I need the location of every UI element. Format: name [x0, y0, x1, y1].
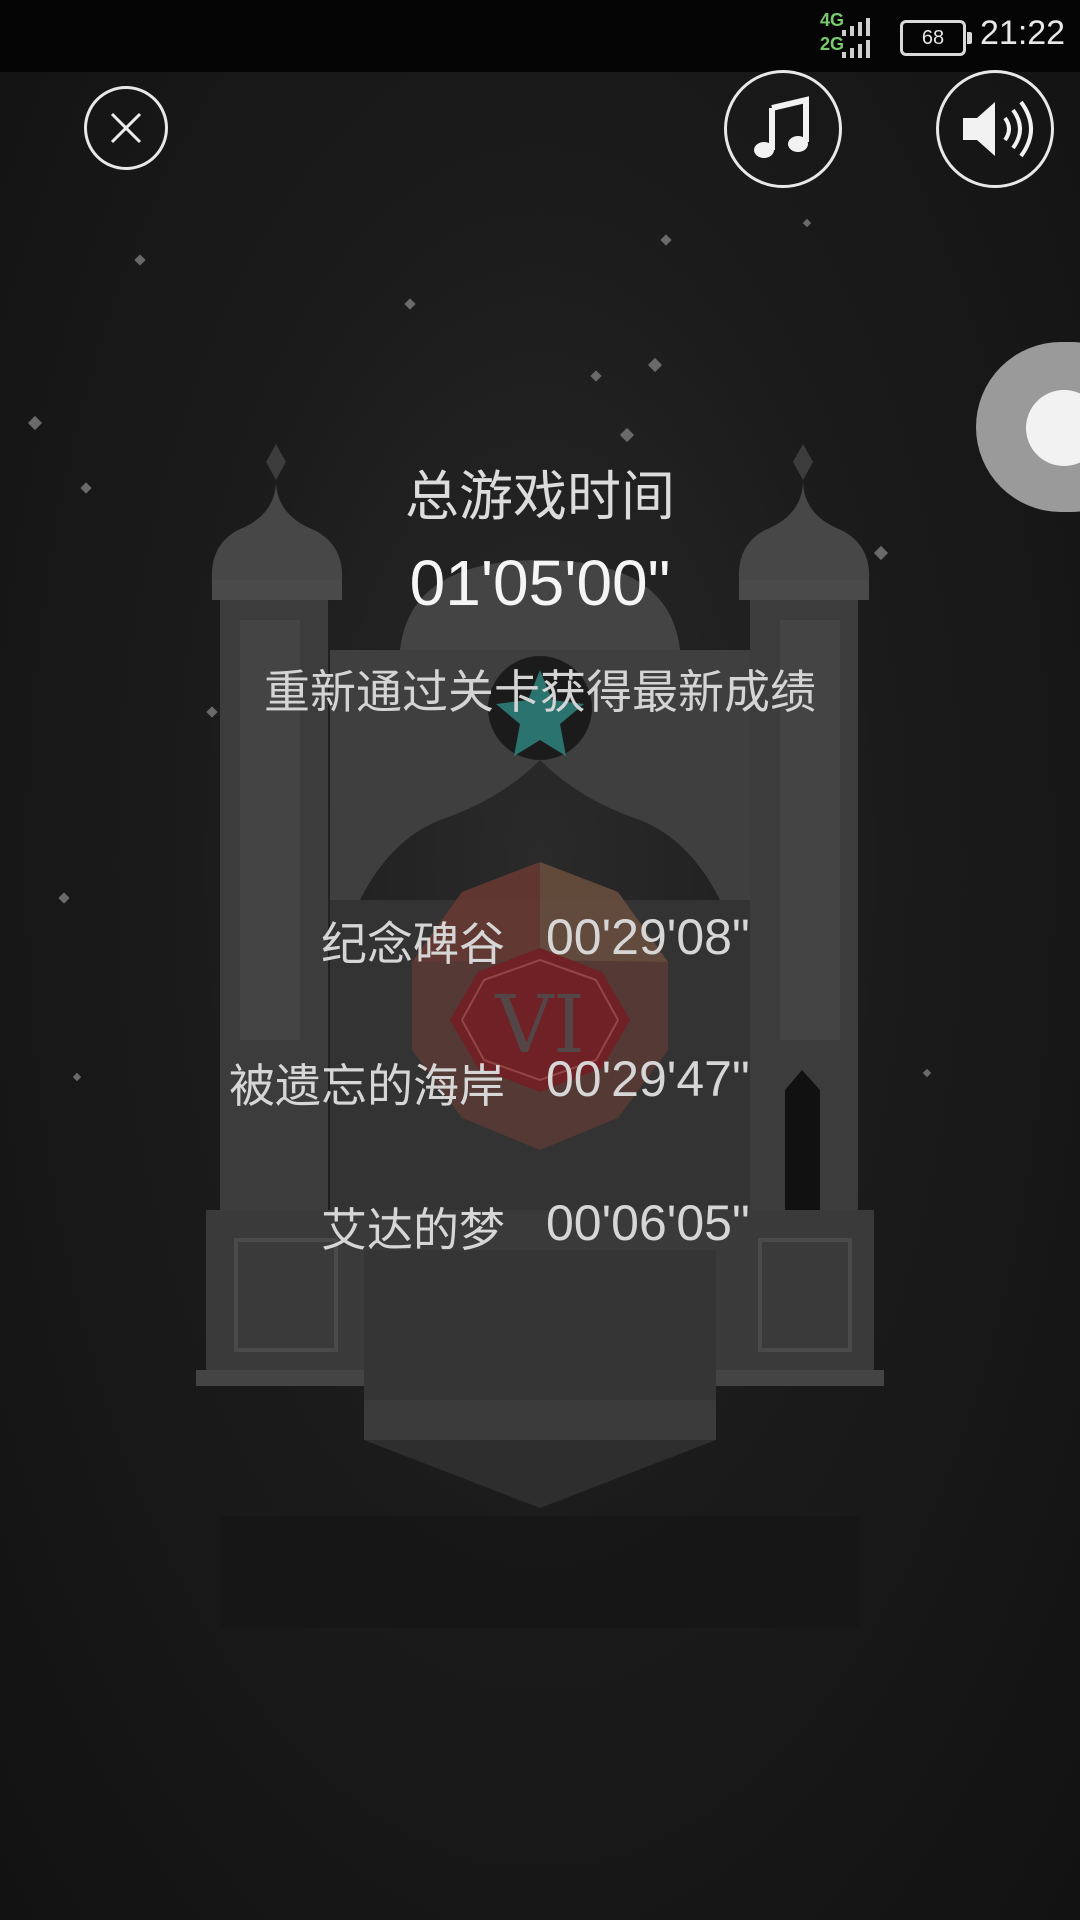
status-bar: 4G 2G 68 21:22: [0, 0, 1080, 72]
chapter-row: 被遗忘的海岸 00'29'47": [0, 1050, 1080, 1120]
chapter-time: 00'29'47": [546, 1051, 750, 1107]
total-time-value: 01'05'00": [409, 547, 671, 619]
music-note-icon: [754, 96, 809, 158]
sound-toggle-button[interactable]: [936, 70, 1054, 188]
music-toggle-button[interactable]: [724, 70, 842, 188]
battery-indicator: 68: [900, 20, 972, 56]
total-time-title: 总游戏时间: [405, 465, 675, 528]
shadow: [220, 1516, 860, 1628]
close-icon: [110, 112, 142, 144]
chapter-row: 纪念碑谷 00'29'08": [0, 908, 1080, 978]
close-button[interactable]: [84, 86, 168, 170]
replay-hint: 重新通过关卡获得最新成绩: [264, 665, 816, 719]
chapter-name: 被遗忘的海岸: [229, 1059, 505, 1113]
game-screen: VI 4G 2G 68 21:22 总游戏时间 01'05'00" 重新通过关卡…: [0, 0, 1080, 1920]
speaker-volume-icon: [963, 100, 1033, 158]
chapter-name: 艾达的梦: [321, 1203, 505, 1257]
status-time: 21:22: [980, 14, 1066, 52]
chapter-time: 00'29'08": [546, 909, 750, 965]
signal-icon: [842, 18, 870, 58]
chapter-row: 艾达的梦 00'06'05": [0, 1194, 1080, 1264]
chapter-time: 00'06'05": [546, 1195, 750, 1251]
chapter-name: 纪念碑谷: [321, 917, 505, 971]
